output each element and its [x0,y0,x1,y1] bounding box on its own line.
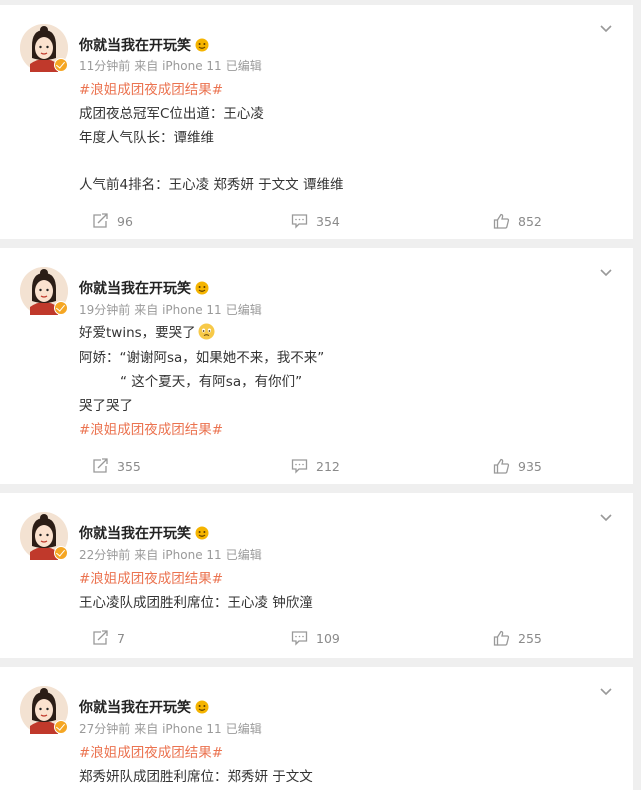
comment-count: 109 [316,630,340,646]
emoji-icon [195,700,209,714]
username-row[interactable]: 你就当我在开玩笑 [79,697,209,717]
post-text-line: 好爱twins，要哭了 [79,321,215,341]
post-text-line: 成团夜总冠军C位出道：王心凌 [79,106,264,122]
like-icon [493,630,510,646]
verified-badge-icon [54,58,68,72]
topic-tag[interactable]: #浪姐成团夜成团结果# [79,78,223,98]
repost-button[interactable]: 96 [92,211,133,231]
post-time[interactable]: 19分钟前 [79,303,130,317]
post-source: 来自 iPhone 11 [134,303,222,317]
emoji-icon [195,38,209,52]
post-time[interactable]: 27分钟前 [79,722,130,736]
comment-icon [291,459,308,474]
username[interactable]: 你就当我在开玩笑 [79,38,191,54]
chevron-down-icon[interactable] [599,687,613,697]
chevron-down-icon[interactable] [599,268,613,278]
action-bar: 96 354 852 [0,211,633,231]
like-icon [493,213,510,229]
action-bar: 7 109 255 [0,628,633,648]
repost-count: 96 [117,213,133,229]
repost-icon [93,213,108,228]
verified-badge-icon [54,301,68,315]
like-button[interactable]: 852 [493,211,542,231]
post-text-line: 郑秀妍队成团胜利席位：郑秀妍 于文文 [79,769,313,785]
post-text-line: 人气前4排名：王心凌 郑秀妍 于文文 谭维维 [79,177,344,193]
comment-button[interactable]: 109 [291,628,340,648]
avatar[interactable] [20,267,68,315]
repost-count: 7 [117,630,125,646]
comment-button[interactable]: 212 [291,456,340,476]
repost-button[interactable]: 7 [92,628,125,648]
comment-button[interactable]: 354 [291,211,340,231]
username-row[interactable]: 你就当我在开玩笑 [79,278,209,298]
post-source: 来自 iPhone 11 [134,548,222,562]
post-meta: 22分钟前 来自 iPhone 11 已编辑 [79,546,266,563]
post-card: 你就当我在开玩笑 11分钟前 来自 iPhone 11 已编辑 #浪姐成团夜成团结果… [0,5,633,239]
action-bar: 355 212 935 [0,456,633,476]
edited-label[interactable]: 已编辑 [226,722,262,736]
post-source: 来自 iPhone 11 [134,722,222,736]
post-time[interactable]: 11分钟前 [79,59,130,73]
crying-emoji-icon [198,323,215,340]
post-text-line: 哭了哭了 [79,398,133,414]
repost-count: 355 [117,458,141,474]
chevron-down-icon[interactable] [599,513,613,523]
post-card: 你就当我在开玩笑 19分钟前 来自 iPhone 11 已编辑 好爱twins，要哭… [0,248,633,484]
chevron-down-icon[interactable] [599,24,613,34]
like-count: 852 [518,213,542,229]
like-button[interactable]: 255 [493,628,542,648]
username-row[interactable]: 你就当我在开玩笑 [79,35,209,55]
post-time[interactable]: 22分钟前 [79,548,130,562]
post-text-line: 王心凌队成团胜利席位：王心凌 钟欣潼 [79,595,313,611]
like-icon [493,458,510,474]
username[interactable]: 你就当我在开玩笑 [79,700,191,716]
verified-badge-icon [54,546,68,560]
repost-icon [93,458,108,473]
emoji-icon [195,281,209,295]
edited-label[interactable]: 已编辑 [226,303,262,317]
topic-tag[interactable]: #浪姐成团夜成团结果# [79,418,223,438]
comment-count: 354 [316,213,340,229]
post-text-line: 年度人气队长：谭维维 [79,130,214,146]
emoji-icon [195,526,209,540]
comment-icon [291,631,308,646]
username-row[interactable]: 你就当我在开玩笑 [79,523,209,543]
post-card: 你就当我在开玩笑 22分钟前 来自 iPhone 11 已编辑 #浪姐成团夜成团结果… [0,493,633,658]
avatar[interactable] [20,24,68,72]
post-text-line: “ 这个夏天，有阿sa，有你们” [120,374,303,390]
comment-count: 212 [316,458,340,474]
post-card: 你就当我在开玩笑 27分钟前 来自 iPhone 11 已编辑 #浪姐成团夜成团结果… [0,667,633,790]
edited-label[interactable]: 已编辑 [226,548,262,562]
username[interactable]: 你就当我在开玩笑 [79,281,191,297]
weibo-feed: 你就当我在开玩笑 11分钟前 来自 iPhone 11 已编辑 #浪姐成团夜成团结果… [0,0,641,790]
post-meta: 11分钟前 来自 iPhone 11 已编辑 [79,57,266,74]
avatar[interactable] [20,512,68,560]
username[interactable]: 你就当我在开玩笑 [79,526,191,542]
post-text-line: 阿娇：“谢谢阿sa，如果她不来，我不来” [79,350,325,366]
edited-label[interactable]: 已编辑 [226,59,262,73]
like-button[interactable]: 935 [493,456,542,476]
topic-tag[interactable]: #浪姐成团夜成团结果# [79,741,223,761]
avatar[interactable] [20,686,68,734]
post-meta: 27分钟前 来自 iPhone 11 已编辑 [79,720,266,737]
topic-tag[interactable]: #浪姐成团夜成团结果# [79,567,223,587]
repost-button[interactable]: 355 [92,456,141,476]
like-count: 935 [518,458,542,474]
post-meta: 19分钟前 来自 iPhone 11 已编辑 [79,301,266,318]
repost-icon [93,630,108,645]
comment-icon [291,214,308,229]
like-count: 255 [518,630,542,646]
verified-badge-icon [54,720,68,734]
post-text: 好爱twins，要哭了 [79,325,196,341]
post-source: 来自 iPhone 11 [134,59,222,73]
